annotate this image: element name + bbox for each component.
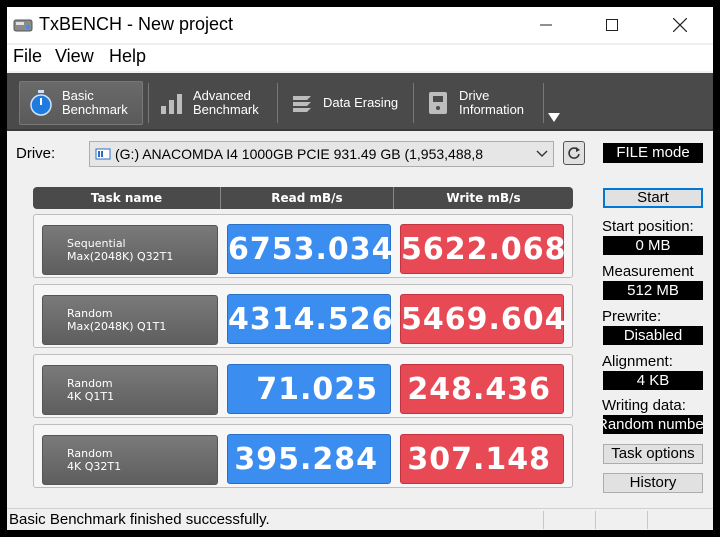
tab-advanced-line1: Advanced: [193, 88, 251, 103]
header-read: Read mB/s: [221, 187, 394, 209]
tab-drive-line2: Information: [459, 102, 525, 117]
tab-basic-line2: Benchmark: [62, 102, 128, 117]
task-button[interactable]: Random Max(2048K) Q1T1: [42, 295, 218, 345]
menu-bar: File View Help: [7, 45, 713, 71]
maximize-button[interactable]: [589, 7, 635, 43]
title-bar: TxBENCH - New project: [7, 7, 713, 43]
alignment-label: Alignment:: [602, 353, 673, 370]
table-row: Random 4K Q1T1 71.025 248.436: [33, 354, 573, 418]
measurement-label: Measurement: [602, 263, 694, 280]
menu-file[interactable]: File: [13, 46, 42, 67]
drive-label: Drive:: [16, 145, 56, 162]
menu-view[interactable]: View: [55, 46, 94, 67]
read-value: 4314.526: [227, 294, 393, 344]
status-bar: Basic Benchmark finished successfully.: [7, 508, 713, 530]
toolbar-divider: [543, 83, 544, 123]
drive-select-value: (G:) ANACOMDA I4 1000GB PCIE 931.49 GB (…: [115, 146, 484, 162]
prewrite-value: Disabled: [603, 326, 703, 345]
toolbar-overflow-icon[interactable]: [548, 113, 560, 122]
status-message: Basic Benchmark finished successfully.: [9, 511, 270, 528]
task-line2: Max(2048K) Q32T1: [67, 250, 174, 263]
history-button[interactable]: History: [603, 473, 703, 493]
drive-info-icon: [425, 90, 451, 116]
task-line1: Random: [67, 307, 113, 320]
read-value: 6753.034: [227, 224, 393, 274]
app-window: TxBENCH - New project File View Help Bas…: [7, 7, 713, 530]
tab-basic-line1: Basic: [62, 88, 94, 103]
toolbar-divider: [413, 83, 414, 123]
tab-drive-line1: Drive: [459, 88, 490, 103]
header-write: Write mB/s: [446, 191, 521, 205]
maximize-icon: [606, 19, 618, 31]
read-value: 395.284: [227, 434, 391, 484]
tab-advanced-line2: Benchmark: [193, 102, 259, 117]
chevron-down-icon: [531, 150, 553, 158]
results-table-header: Task name Read mB/s Write mB/s: [33, 187, 573, 209]
toolbar: Basic Benchmark Advanced Benchmark Data Er…: [7, 73, 713, 131]
tab-basic-benchmark[interactable]: Basic Benchmark: [19, 81, 143, 125]
toolbar-divider: [277, 83, 278, 123]
window-title: TxBENCH - New project: [39, 14, 234, 34]
writing-data-label: Writing data:: [602, 397, 686, 414]
task-line2: Max(2048K) Q1T1: [67, 320, 167, 333]
drive-select[interactable]: (G:) ANACOMDA I4 1000GB PCIE 931.49 GB (…: [89, 141, 554, 167]
writing-data-value: Random number: [603, 415, 703, 434]
table-row: Random Max(2048K) Q1T1 4314.526 5469.604: [33, 284, 573, 348]
close-icon: [673, 18, 687, 32]
alignment-value: 4 KB: [603, 371, 703, 390]
status-divider: [647, 511, 648, 529]
task-line1: Random: [67, 377, 113, 390]
stopwatch-icon: [28, 90, 54, 116]
erase-icon: [289, 90, 315, 116]
read-value: 71.025: [227, 364, 391, 414]
minimize-icon: [540, 24, 552, 26]
task-line1: Sequential: [67, 237, 126, 250]
refresh-icon: [568, 147, 580, 159]
table-row: Random 4K Q32T1 395.284 307.148: [33, 424, 573, 488]
status-divider: [543, 511, 544, 529]
start-button[interactable]: Start: [603, 188, 703, 208]
start-position-value: 0 MB: [603, 236, 703, 255]
tab-advanced-benchmark[interactable]: Advanced Benchmark: [151, 81, 269, 125]
tab-data-erasing[interactable]: Data Erasing: [281, 81, 407, 125]
menu-help[interactable]: Help: [109, 46, 146, 67]
measurement-value: 512 MB: [603, 281, 703, 300]
app-icon: [13, 19, 33, 32]
write-value: 248.436: [400, 364, 564, 414]
task-button[interactable]: Random 4K Q1T1: [42, 365, 218, 415]
drive-icon: [95, 148, 111, 160]
header-task-name: Task name: [33, 187, 221, 209]
task-line2: 4K Q32T1: [67, 460, 122, 473]
toolbar-divider: [148, 83, 149, 123]
close-button[interactable]: [657, 7, 703, 43]
mode-indicator: FILE mode: [603, 143, 703, 163]
table-row: Sequential Max(2048K) Q32T1 6753.034 562…: [33, 214, 573, 278]
tab-drive-information[interactable]: Drive Information: [417, 81, 543, 125]
refresh-button[interactable]: [563, 141, 585, 165]
start-position-label: Start position:: [602, 218, 694, 235]
task-line1: Random: [67, 447, 113, 460]
minimize-button[interactable]: [523, 7, 569, 43]
bar-chart-icon: [159, 90, 185, 116]
task-line2: 4K Q1T1: [67, 390, 115, 403]
tab-erasing-label: Data Erasing: [323, 95, 399, 110]
task-options-button[interactable]: Task options: [603, 444, 703, 464]
write-value: 307.148: [400, 434, 564, 484]
task-button[interactable]: Sequential Max(2048K) Q32T1: [42, 225, 218, 275]
task-button[interactable]: Random 4K Q32T1: [42, 435, 218, 485]
prewrite-label: Prewrite:: [602, 308, 662, 325]
status-divider: [595, 511, 596, 529]
write-value: 5622.068: [400, 224, 566, 274]
write-value: 5469.604: [400, 294, 566, 344]
